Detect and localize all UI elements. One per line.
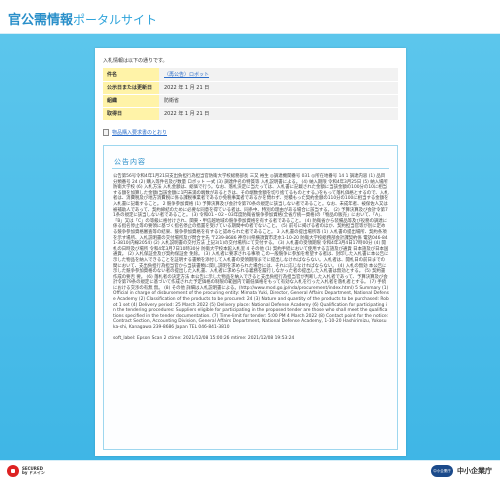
bid-info-table: 件名 （再公告）ロボット 公示日または更新日 2022 年 1 月 21 日 組… — [103, 68, 398, 121]
notice-content-body: 公告第56号令和4年1月21日支出負担行為担当官防衛大学校総務部長 三又 裕生 … — [113, 174, 389, 342]
security-seal[interactable]: SECURED by ドメイン — [7, 464, 47, 478]
agency-name: 中小企業庁 — [457, 467, 492, 475]
notice-body-text: 公告第56号令和4年1月21日支出負担行為担当官防衛大学校総務部長 三又 裕生 … — [113, 174, 390, 331]
row-label-subject: 件名 — [103, 68, 159, 82]
row-value-subject: （再公告）ロボット — [159, 68, 398, 82]
divider — [112, 168, 389, 169]
purchase-request-label: 物品購入要求書のとおり — [112, 130, 168, 136]
secured-by-label: by ドメイン — [22, 470, 45, 475]
site-header: 官公需情報ポータルサイト — [0, 0, 500, 34]
row-label-date: 公示日または更新日 — [103, 81, 159, 95]
table-row: 件名 （再公告）ロボット — [103, 68, 398, 82]
scan-metadata-text: soft_label: Epson Scan 2 ctime: 2021/12/… — [113, 336, 295, 342]
agency-logo[interactable]: 中小企業庁 中小企業庁 — [431, 464, 492, 478]
main-panel: 入札情報は以下の通りです。 件名 （再公告）ロボット 公示日または更新日 202… — [95, 48, 406, 456]
table-row: 公示日または更新日 2022 年 1 月 21 日 — [103, 81, 398, 95]
row-value-date: 2022 年 1 月 21 日 — [159, 81, 398, 95]
notice-content-box: 公告内容 公告第56号令和4年1月21日支出負担行為担当官防衛大学校総務部長 三… — [103, 145, 398, 450]
row-label-organization: 組織 — [103, 94, 159, 108]
lock-icon — [7, 465, 19, 477]
site-logo[interactable]: 官公需情報ポータルサイト — [8, 9, 157, 28]
intro-text: 入札情報は以下の通りです。 — [103, 58, 168, 64]
document-icon — [103, 129, 109, 136]
row-value-organization: 防衛省 — [159, 94, 398, 108]
row-value-acquired: 2022 年 1 月 21 日 — [159, 107, 398, 121]
purchase-request-link[interactable]: 物品購入要求書のとおり — [103, 129, 167, 136]
row-label-acquired: 取得日 — [103, 107, 159, 121]
table-row: 組織 防衛省 — [103, 94, 398, 108]
subject-link[interactable]: （再公告）ロボット — [164, 72, 209, 78]
table-row: 取得日 2022 年 1 月 21 日 — [103, 107, 398, 121]
agency-seal-icon: 中小企業庁 — [431, 465, 453, 477]
site-footer: SECURED by ドメイン 中小企業庁 中小企業庁 — [0, 460, 500, 480]
notice-content-title: 公告内容 — [114, 158, 146, 166]
site-title-main: 官公需情報 — [8, 13, 74, 28]
site-title-sub: ポータルサイト — [73, 13, 158, 27]
